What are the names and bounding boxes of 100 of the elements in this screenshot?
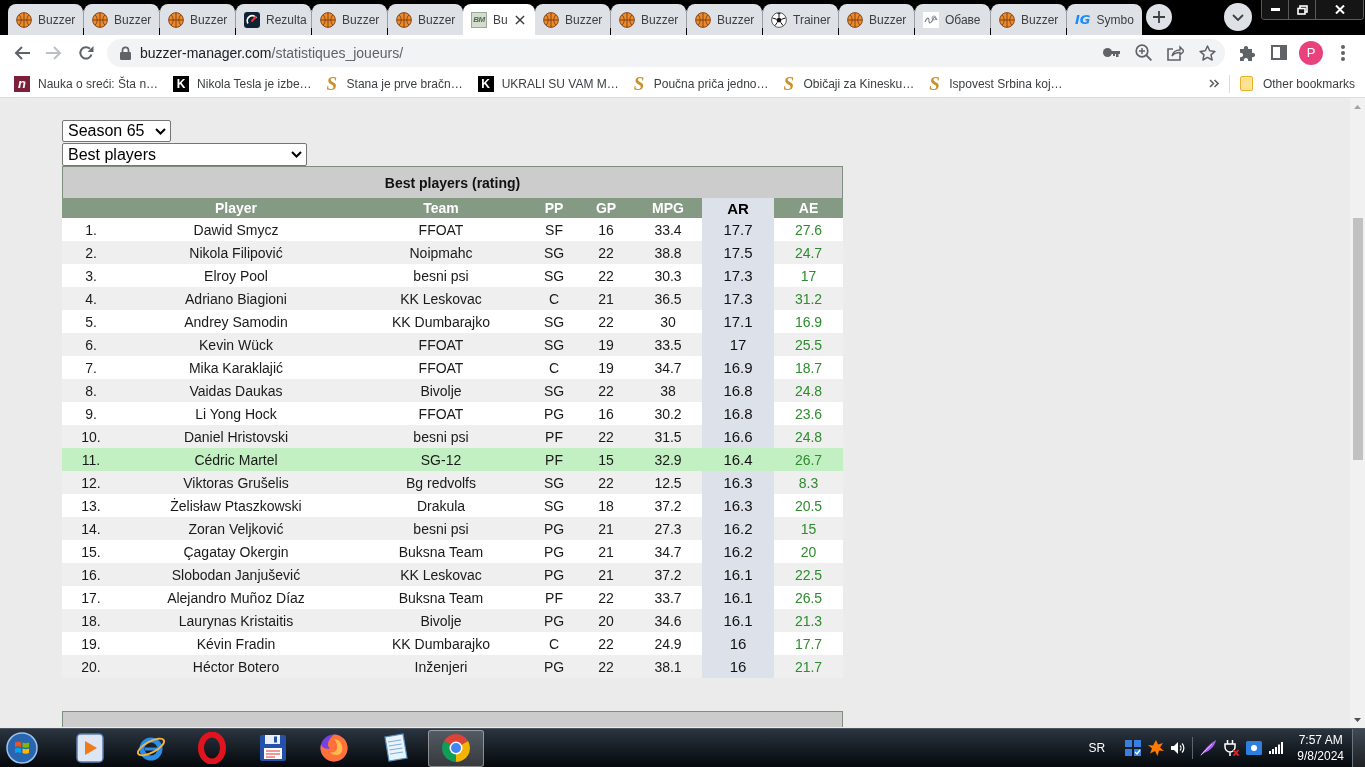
table-cell-text: 31.2 [793, 289, 824, 309]
rank-cell-text: 12. [80, 473, 102, 493]
table-cell-text: 19 [597, 358, 615, 378]
browser-tab[interactable]: IG Symbo [1067, 4, 1142, 35]
speaker-icon[interactable] [1171, 741, 1186, 755]
browser-tab[interactable]: Buzzer [312, 4, 387, 35]
table-cell-text: KK Leskovac [399, 289, 483, 309]
browser-tab[interactable]: Rezulta [236, 4, 311, 35]
table-cell-text: 31.5 [653, 427, 683, 447]
folder-icon [1239, 76, 1253, 91]
more-menu-icon[interactable] [1341, 44, 1345, 61]
rank-cell-text: 18. [80, 611, 102, 631]
restore-button[interactable] [1289, 0, 1316, 19]
language-indicator[interactable]: SR [1088, 742, 1106, 754]
share-icon[interactable] [1167, 44, 1184, 61]
browser-tab[interactable]: BM Bu [463, 4, 535, 35]
table-cell-text: 33.7 [653, 588, 683, 608]
grid-check-icon[interactable] [1125, 740, 1142, 756]
flame-globe-icon[interactable] [318, 732, 350, 764]
table-cell: 17 [702, 333, 774, 356]
table-cell-text: Adriano Biagioni [184, 289, 288, 309]
table-title: Best players (rating) [384, 175, 521, 190]
table-cell-text: 22 [597, 588, 615, 608]
back-arrow-icon[interactable] [14, 45, 30, 60]
browser-tab[interactable]: Buzzer [687, 4, 762, 35]
browser-tab[interactable]: Buzzer [991, 4, 1066, 35]
clock-date[interactable]: 9/8/2024 [1297, 748, 1344, 764]
scrollbar-thumb[interactable] [1352, 218, 1363, 460]
browser-tab[interactable]: Trainer [763, 4, 838, 35]
browser-tab[interactable]: Buzzer [611, 4, 686, 35]
rank-cell-text: 13. [80, 496, 102, 516]
browser-tab[interactable]: Buzzer [535, 4, 610, 35]
key-icon[interactable] [1103, 48, 1120, 57]
table-cell-text: 21.7 [793, 657, 824, 677]
table-cell-text: 16.9 [793, 312, 824, 332]
bookmark[interactable]: S Stana je prve bračn… [326, 74, 463, 93]
browser-tab[interactable]: Buzzer [8, 4, 83, 35]
site-logo: BM [471, 11, 487, 28]
clock-time[interactable]: 7:57 AM [1298, 732, 1343, 748]
zoom-in-icon[interactable] [1135, 44, 1152, 61]
site-logo: S [633, 74, 646, 93]
signal-bars-icon[interactable] [1269, 742, 1284, 754]
reload-icon[interactable] [78, 44, 94, 61]
table-cell: 17.7 [702, 218, 774, 241]
rank-cell-text: 10. [80, 427, 102, 447]
table-cell-text: FFOAT [417, 220, 465, 240]
restore-icon [1296, 4, 1308, 15]
star-icon[interactable] [1199, 44, 1216, 61]
table-cell-text: SG [542, 496, 566, 516]
bookmark[interactable]: n Nauka o sreći: Šta n… [14, 74, 159, 93]
taskbar-button[interactable] [428, 729, 484, 767]
browser-tab[interactable]: Buzzer [84, 4, 159, 35]
table-cell-text: 15 [597, 450, 615, 470]
basketball-icon [619, 11, 635, 28]
bookmark[interactable]: K UKRALI SU VAM M… [477, 74, 619, 93]
address-bar[interactable]: buzzer-manager.com/statistiques_joueurs/ [107, 38, 1225, 67]
side-panel-icon[interactable] [1271, 45, 1287, 60]
feather-icon[interactable] [1200, 740, 1217, 756]
new-tab-button[interactable] [1146, 4, 1172, 30]
table-cell: 16.8 [702, 402, 774, 425]
table-cell-text: 25.5 [793, 335, 824, 355]
rank-cell-text: 7. [84, 358, 98, 378]
bookmark[interactable]: S Poučna priča jedno… [633, 74, 769, 93]
tab-search-button[interactable] [1224, 3, 1252, 31]
rank-cell-text: 5. [84, 312, 98, 332]
bookmark[interactable]: K Nikola Tesla je izbe… [173, 74, 312, 93]
view-select[interactable]: Best players [62, 143, 307, 166]
plug-icon[interactable] [1223, 740, 1240, 756]
table-cell-text: 34.6 [653, 611, 683, 631]
play-tile-icon[interactable] [74, 732, 106, 764]
browser-tab[interactable]: Обаве [915, 4, 990, 35]
minimize-button[interactable] [1262, 0, 1289, 19]
close-icon[interactable] [515, 14, 525, 25]
table-cell-text: Bivolje [419, 381, 463, 401]
starburst-icon[interactable] [1148, 740, 1165, 756]
profile-avatar[interactable]: P [1299, 40, 1323, 65]
bookmark[interactable]: Other bookmarks [1239, 74, 1355, 93]
orb-icon[interactable] [6, 732, 38, 764]
close-button[interactable] [1316, 0, 1363, 19]
browser-tab[interactable]: Buzzer [839, 4, 914, 35]
show-desktop-button[interactable] [1352, 729, 1365, 767]
table-cell-text: KK Leskovac [399, 565, 483, 585]
close-icon [1334, 5, 1345, 14]
site-logo: K [477, 75, 494, 92]
bookmark[interactable]: S Ispovest Srbina koj… [929, 74, 1063, 93]
table-cell-text: 37.2 [653, 496, 683, 516]
browser-tab[interactable]: Buzzer [160, 4, 235, 35]
puzzle-icon[interactable] [1238, 44, 1256, 61]
column-header[interactable]: AR [702, 198, 774, 218]
table-cell-text: 24.8 [793, 427, 824, 447]
site-logo: S [326, 74, 339, 93]
double-chevron-icon[interactable] [1208, 79, 1219, 88]
ring-icon[interactable] [196, 732, 228, 764]
table-cell: 16.2 [702, 540, 774, 563]
table-cell-text: 22 [597, 634, 615, 654]
table-cell-text: 22 [597, 312, 615, 332]
bookmark[interactable]: S Običaji za Kinesku… [783, 74, 915, 93]
scroll-down-icon[interactable] [1354, 717, 1361, 722]
browser-tab[interactable]: Buzzer [388, 4, 463, 35]
season-select[interactable]: Season 65 [62, 120, 171, 142]
